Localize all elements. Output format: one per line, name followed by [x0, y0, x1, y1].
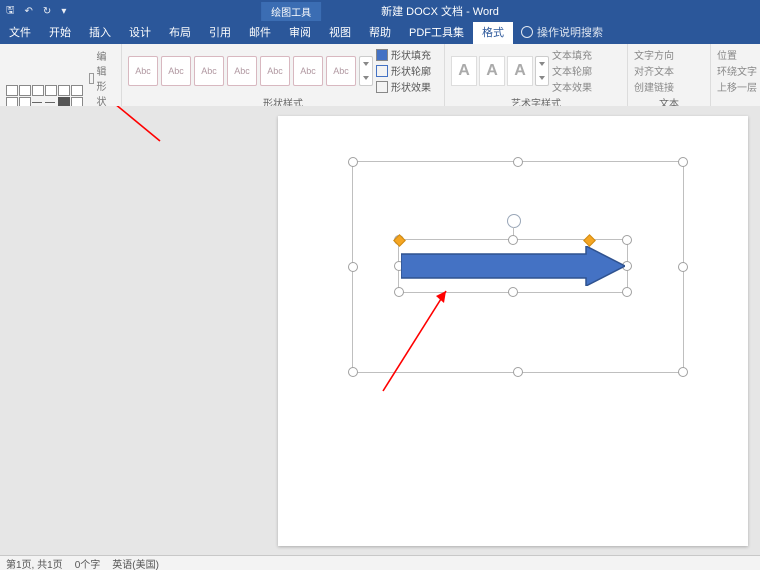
resize-handle[interactable] — [508, 235, 518, 245]
text-effects-button[interactable]: 文本效果 — [552, 79, 592, 94]
resize-handle[interactable] — [678, 262, 688, 272]
tab-insert[interactable]: 插入 — [80, 20, 120, 44]
status-bar: 第1页, 共1页 0个字 英语(美国) — [0, 555, 760, 570]
resize-handle[interactable] — [348, 262, 358, 272]
style-preset[interactable]: Abc — [128, 56, 158, 86]
wordart-preset[interactable]: A — [479, 56, 505, 86]
wordart-gallery[interactable]: A A A — [451, 56, 549, 86]
title-bar: 🖫 ↶ ↻ ▾ 绘图工具 新建 DOCX 文档 - Word — [0, 0, 760, 22]
position-button[interactable]: 位置 — [717, 47, 757, 62]
group-insert-shapes: 编辑形状 文本框 插入形状 — [0, 44, 122, 106]
wordart-preset[interactable]: A — [507, 56, 533, 86]
status-word-count[interactable]: 0个字 — [75, 556, 101, 570]
tab-review[interactable]: 审阅 — [280, 20, 320, 44]
tell-me-search[interactable]: 操作说明搜索 — [513, 20, 611, 44]
quick-access-toolbar: 🖫 ↶ ↻ ▾ — [0, 3, 72, 20]
resize-handle[interactable] — [678, 157, 688, 167]
tab-references[interactable]: 引用 — [200, 20, 240, 44]
style-gallery-more[interactable] — [359, 56, 373, 86]
annotation-arrow-1 — [65, 106, 165, 146]
ribbon: 编辑形状 文本框 插入形状 Abc Abc Abc Abc Abc Abc Ab… — [0, 44, 760, 107]
status-language[interactable]: 英语(美国) — [112, 556, 159, 570]
resize-handle[interactable] — [508, 287, 518, 297]
resize-handle[interactable] — [622, 287, 632, 297]
style-preset[interactable]: Abc — [260, 56, 290, 86]
shape-effects-button[interactable]: 形状效果 — [376, 79, 431, 94]
bring-forward-button[interactable]: 上移一层 — [717, 79, 757, 94]
tell-me-label: 操作说明搜索 — [537, 24, 603, 40]
ribbon-tabs: 文件 开始 插入 设计 布局 引用 邮件 审阅 视图 帮助 PDF工具集 格式 … — [0, 22, 760, 44]
right-arrow-shape[interactable] — [401, 246, 625, 286]
resize-handle[interactable] — [348, 157, 358, 167]
undo-icon[interactable]: ↶ — [25, 6, 33, 17]
shape-fill-button[interactable]: 形状填充 — [376, 47, 431, 62]
tab-format[interactable]: 格式 — [473, 20, 513, 44]
resize-handle[interactable] — [513, 157, 523, 167]
group-arrange: 位置 环绕文字 上移一层 — [711, 44, 760, 106]
tab-view[interactable]: 视图 — [320, 20, 360, 44]
resize-handle[interactable] — [678, 367, 688, 377]
text-fill-button[interactable]: 文本填充 — [552, 47, 592, 62]
style-preset[interactable]: Abc — [194, 56, 224, 86]
align-text-button[interactable]: 对齐文本 — [634, 63, 674, 78]
group-shape-styles: Abc Abc Abc Abc Abc Abc Abc 形状填充 形状轮廓 形状… — [122, 44, 445, 106]
style-preset[interactable]: Abc — [161, 56, 191, 86]
resize-handle[interactable] — [513, 367, 523, 377]
wordart-more[interactable] — [535, 56, 549, 86]
contextual-tab-label: 绘图工具 — [261, 2, 321, 21]
rotate-handle[interactable] — [507, 214, 521, 228]
resize-handle[interactable] — [348, 367, 358, 377]
tab-home[interactable]: 开始 — [40, 20, 80, 44]
tab-layout[interactable]: 布局 — [160, 20, 200, 44]
tab-design[interactable]: 设计 — [120, 20, 160, 44]
group-text: 文字方向 对齐文本 创建链接 文本 — [628, 44, 711, 106]
save-icon[interactable]: 🖫 — [6, 3, 15, 20]
shape-style-gallery[interactable]: Abc Abc Abc Abc Abc Abc Abc — [128, 56, 373, 86]
text-direction-button[interactable]: 文字方向 — [634, 47, 674, 62]
text-outline-button[interactable]: 文本轮廓 — [552, 63, 592, 78]
tab-pdf[interactable]: PDF工具集 — [400, 20, 473, 44]
shape-outline-button[interactable]: 形状轮廓 — [376, 63, 431, 78]
bulb-icon — [521, 26, 533, 38]
status-page[interactable]: 第1页, 共1页 — [6, 556, 63, 570]
qat-more-icon[interactable]: ▾ — [61, 6, 66, 17]
style-preset[interactable]: Abc — [326, 56, 356, 86]
wordart-preset[interactable]: A — [451, 56, 477, 86]
tab-help[interactable]: 帮助 — [360, 20, 400, 44]
document-title: 新建 DOCX 文档 - Word — [381, 3, 499, 19]
tab-mailings[interactable]: 邮件 — [240, 20, 280, 44]
redo-icon[interactable]: ↻ — [43, 6, 51, 17]
document-workspace[interactable] — [0, 106, 760, 556]
style-preset[interactable]: Abc — [227, 56, 257, 86]
resize-handle[interactable] — [394, 287, 404, 297]
group-wordart: A A A 文本填充 文本轮廓 文本效果 艺术字样式 — [445, 44, 628, 106]
resize-handle[interactable] — [622, 235, 632, 245]
tab-file[interactable]: 文件 — [0, 20, 40, 44]
edit-shape-button[interactable]: 编辑形状 — [86, 47, 115, 109]
create-link-button[interactable]: 创建链接 — [634, 79, 674, 94]
style-preset[interactable]: Abc — [293, 56, 323, 86]
wrap-text-button[interactable]: 环绕文字 — [717, 63, 757, 78]
